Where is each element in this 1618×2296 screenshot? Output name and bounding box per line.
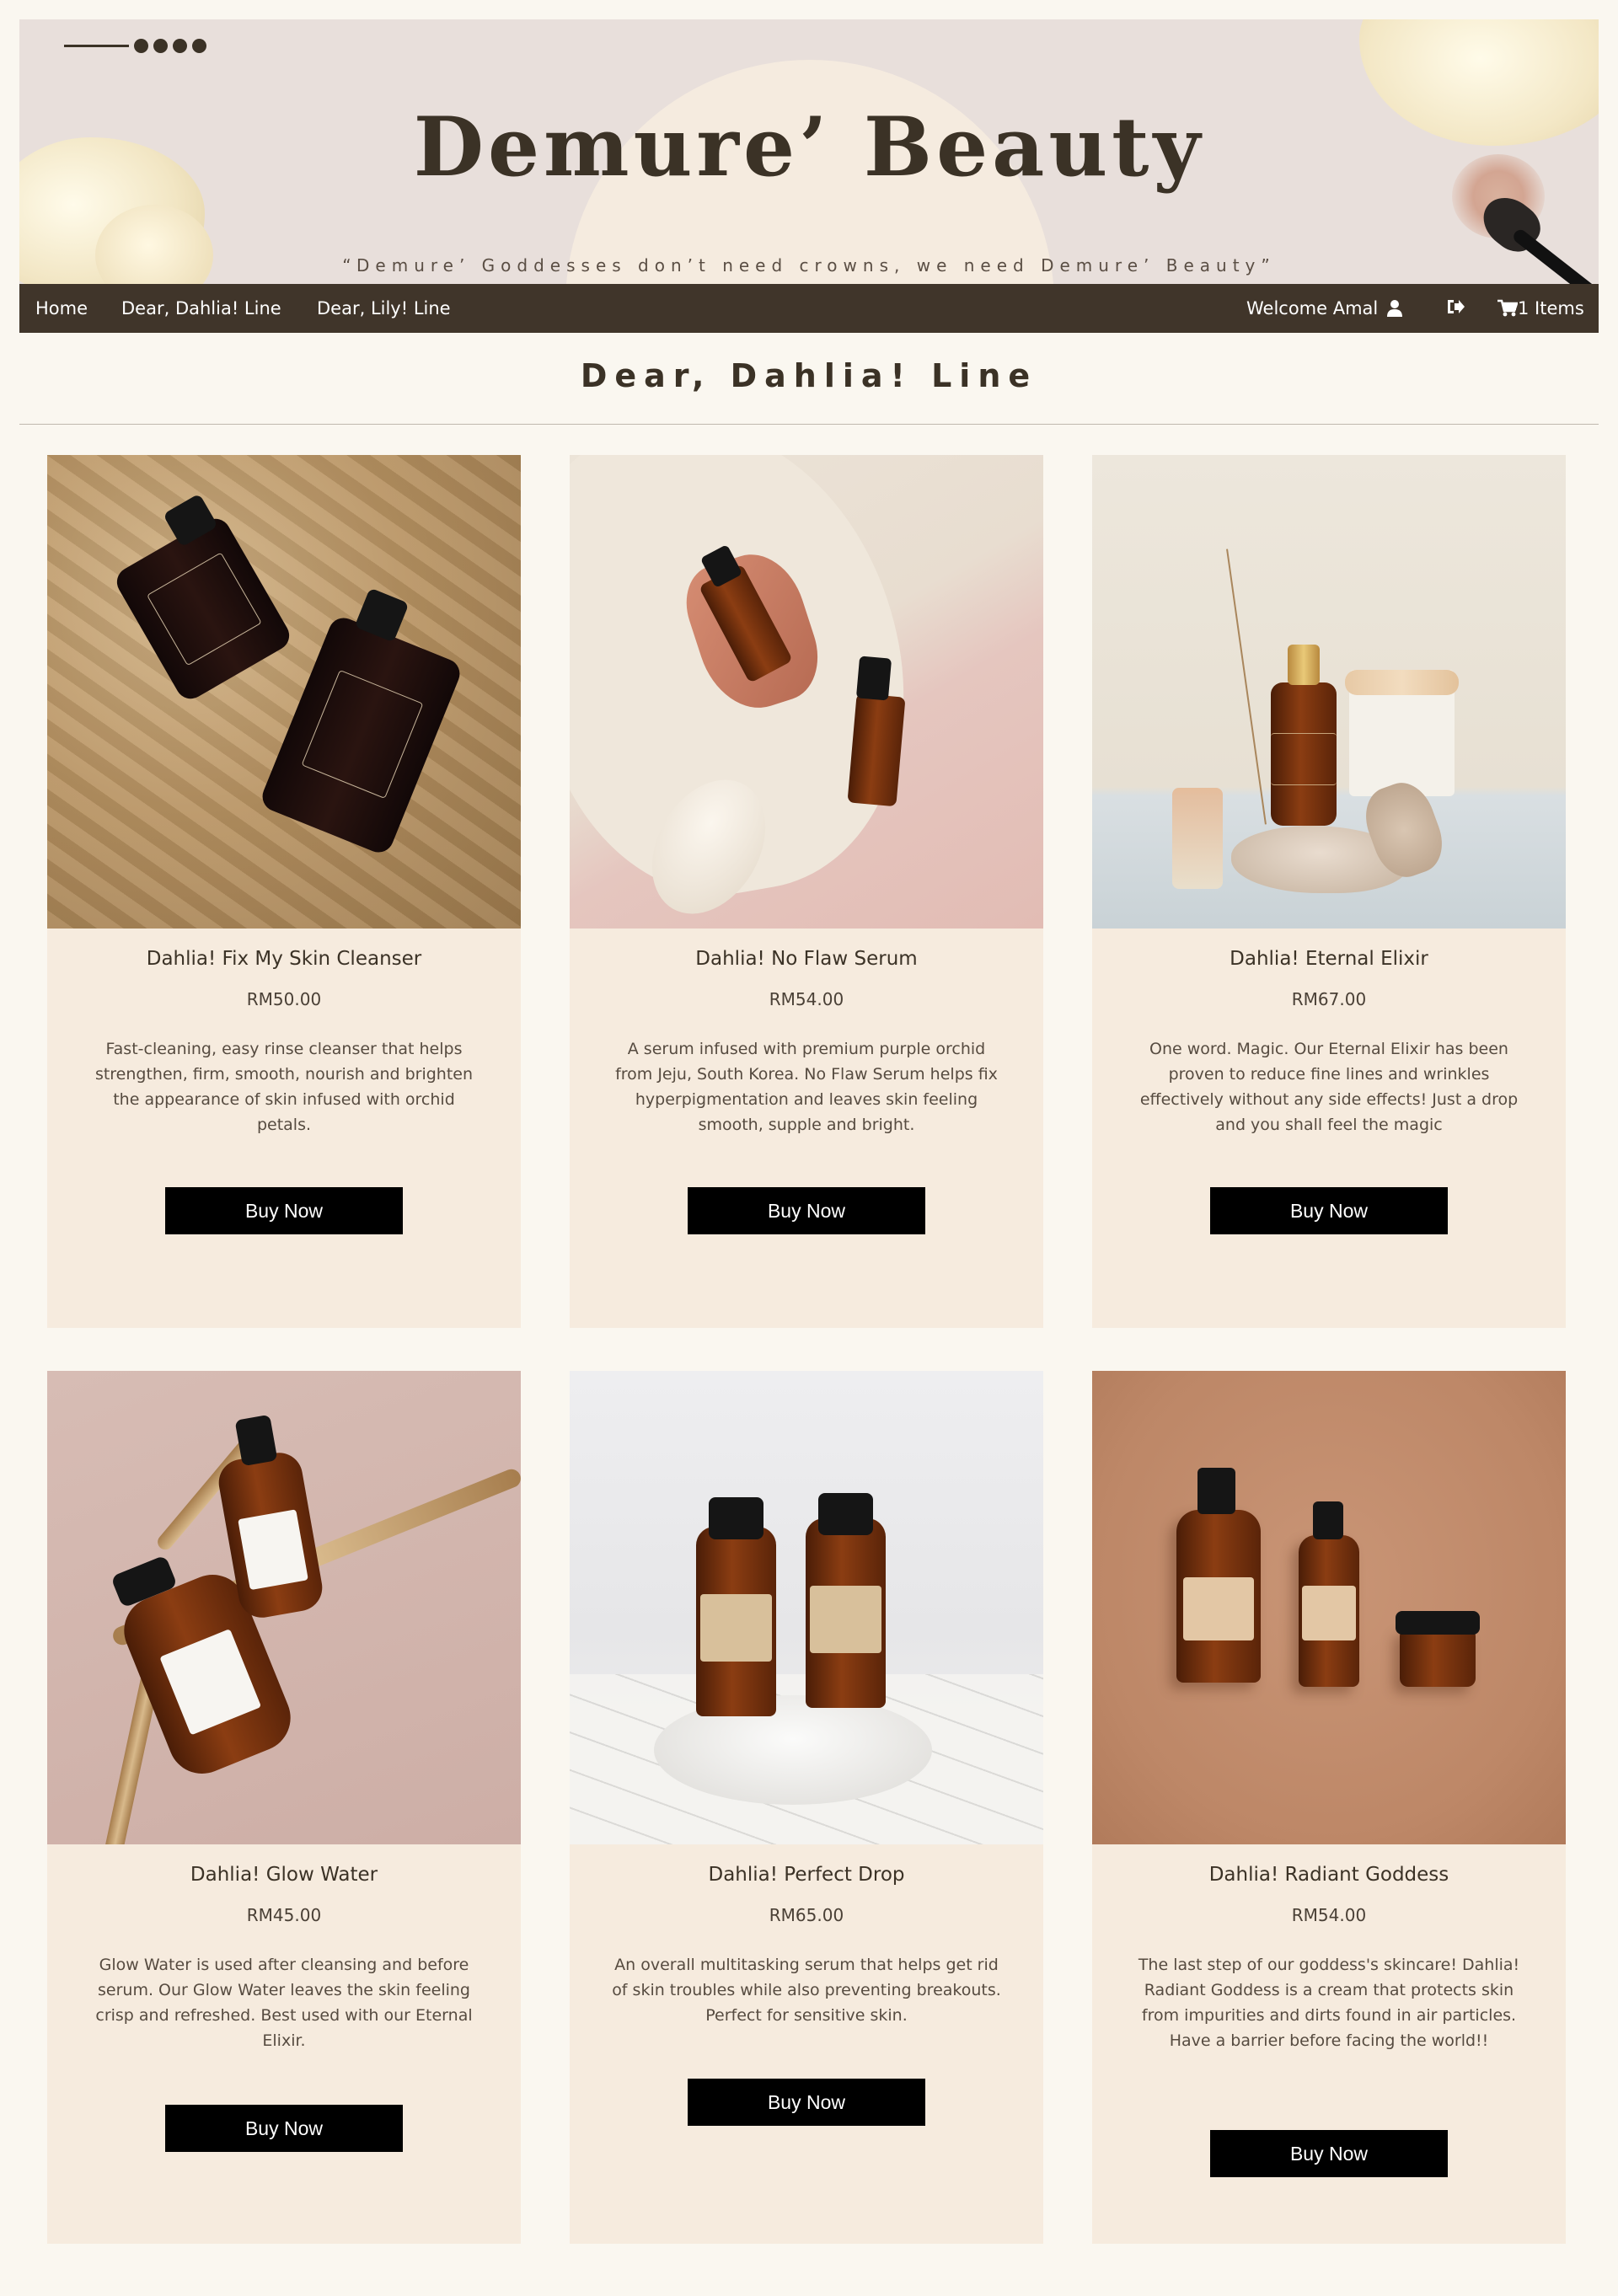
- product-name: Dahlia! Perfect Drop: [708, 1864, 905, 1886]
- product-image: [1092, 455, 1566, 929]
- logout-icon[interactable]: [1445, 298, 1465, 315]
- cart-link[interactable]: 1 Items: [1497, 298, 1584, 318]
- product-description: One word. Magic. Our Eternal Elixir has …: [1139, 1040, 1519, 1134]
- menu-line: [64, 45, 129, 47]
- product-description: Fast-cleaning, easy rinse cleanser that …: [94, 1040, 474, 1134]
- product-card: Dahlia! Perfect Drop RM65.00 An overall …: [570, 1371, 1043, 2244]
- product-image: [47, 455, 521, 929]
- product-name: Dahlia! No Flaw Serum: [695, 948, 918, 970]
- product-image: [47, 1371, 521, 1844]
- menu-dots-icon[interactable]: [64, 39, 206, 53]
- product-name: Dahlia! Eternal Elixir: [1230, 948, 1428, 970]
- site-header: Demure’ Beauty “Demure’ Goddesses don’t …: [19, 19, 1599, 284]
- nav-link-lily-line[interactable]: Dear, Lily! Line: [317, 298, 451, 318]
- user-icon: [1387, 300, 1403, 317]
- product-name: Dahlia! Radiant Goddess: [1208, 1864, 1449, 1886]
- section-divider: [19, 424, 1599, 425]
- buy-now-button[interactable]: Buy Now: [165, 2105, 403, 2152]
- product-description: The last step of our goddess's skincare!…: [1138, 1956, 1520, 2050]
- site-title: Demure’ Beauty: [413, 99, 1205, 195]
- product-description: An overall multitasking serum that helps…: [612, 1956, 1001, 2025]
- buy-now-button[interactable]: Buy Now: [165, 1187, 403, 1234]
- buy-now-button[interactable]: Buy Now: [1210, 1187, 1448, 1234]
- product-price: RM54.00: [769, 989, 844, 1009]
- main-nav: Home Dear, Dahlia! Line Dear, Lily! Line…: [19, 284, 1599, 333]
- menu-dot: [153, 39, 168, 53]
- cart-count: 1 Items: [1518, 298, 1584, 318]
- product-price: RM65.00: [769, 1905, 844, 1925]
- product-card: Dahlia! No Flaw Serum RM54.00 A serum in…: [570, 455, 1043, 1328]
- buy-now-button[interactable]: Buy Now: [688, 2079, 925, 2126]
- menu-dot: [134, 39, 148, 53]
- product-image: [1092, 1371, 1566, 1844]
- product-card: Dahlia! Eternal Elixir RM67.00 One word.…: [1092, 455, 1566, 1328]
- product-card: Dahlia! Glow Water RM45.00 Glow Water is…: [47, 1371, 521, 2244]
- menu-dot: [173, 39, 187, 53]
- welcome-text: Welcome Amal: [1246, 298, 1379, 318]
- buy-now-button[interactable]: Buy Now: [688, 1187, 925, 1234]
- product-image: [570, 455, 1043, 929]
- menu-dot: [192, 39, 206, 53]
- product-card: Dahlia! Fix My Skin Cleanser RM50.00 Fas…: [47, 455, 521, 1328]
- nav-link-home[interactable]: Home: [35, 298, 88, 318]
- product-description: A serum infused with premium purple orch…: [615, 1040, 998, 1134]
- product-name: Dahlia! Fix My Skin Cleanser: [146, 948, 422, 970]
- product-price: RM54.00: [1291, 1905, 1367, 1925]
- site-tagline: “Demure’ Goddesses don’t need crowns, we…: [342, 255, 1276, 276]
- product-price: RM50.00: [246, 989, 322, 1009]
- product-card: Dahlia! Radiant Goddess RM54.00 The last…: [1092, 1371, 1566, 2244]
- product-price: RM67.00: [1291, 989, 1367, 1009]
- product-name: Dahlia! Glow Water: [190, 1864, 378, 1886]
- section-title: Dear, Dahlia! Line: [580, 357, 1038, 394]
- product-price: RM45.00: [246, 1905, 322, 1925]
- cart-icon: [1497, 299, 1518, 317]
- product-image: [570, 1371, 1043, 1844]
- product-description: Glow Water is used after cleansing and b…: [95, 1956, 473, 2050]
- welcome-user[interactable]: Welcome Amal: [1246, 298, 1403, 318]
- buy-now-button[interactable]: Buy Now: [1210, 2130, 1448, 2177]
- nav-link-dahlia-line[interactable]: Dear, Dahlia! Line: [121, 298, 281, 318]
